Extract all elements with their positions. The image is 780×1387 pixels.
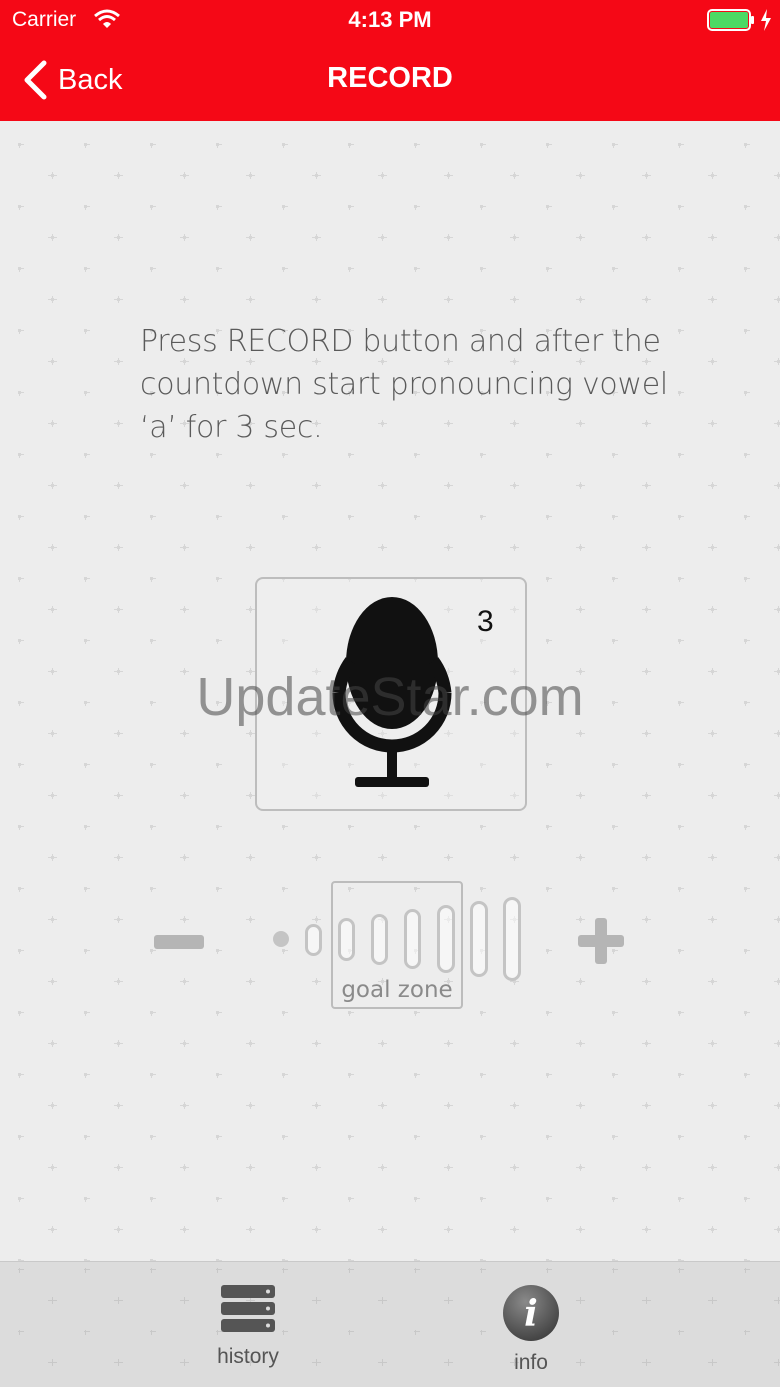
increase-button[interactable] xyxy=(575,916,627,968)
level-bar xyxy=(470,901,488,977)
status-time: 4:13 PM xyxy=(348,7,432,32)
goal-zone-label: goal zone xyxy=(341,977,453,1003)
tab-history-label: history xyxy=(217,1345,279,1368)
tab-info-label: info xyxy=(514,1351,548,1374)
minus-icon xyxy=(154,935,204,949)
navigation-bar: Back RECORD xyxy=(0,40,780,121)
tab-info[interactable]: i info xyxy=(481,1282,581,1374)
record-button[interactable]: 3 xyxy=(255,577,527,811)
charging-bolt-icon xyxy=(761,9,771,31)
decrease-button[interactable] xyxy=(154,931,206,951)
battery-icon xyxy=(707,9,754,31)
instruction-text: Press RECORD button and after the countd… xyxy=(140,324,668,445)
svg-text:i: i xyxy=(524,1293,538,1335)
goal-zone: goal zone xyxy=(331,881,463,1009)
tab-bar-pattern xyxy=(0,1262,780,1387)
status-bar: Carrier 4:13 PM xyxy=(0,0,780,40)
record-screen: Press RECORD button and after the countd… xyxy=(0,121,780,1261)
microphone-icon xyxy=(332,597,452,787)
tab-history[interactable]: history xyxy=(198,1282,298,1374)
level-bar xyxy=(305,924,322,956)
tab-bar: history i info xyxy=(0,1261,780,1387)
level-bar xyxy=(503,897,521,981)
server-stack-icon xyxy=(221,1285,275,1332)
info-icon: i xyxy=(503,1285,559,1341)
plus-icon-vertical xyxy=(595,918,607,964)
countdown-number: 3 xyxy=(477,605,494,638)
page-title: RECORD xyxy=(327,62,453,94)
level-dot xyxy=(273,931,289,947)
